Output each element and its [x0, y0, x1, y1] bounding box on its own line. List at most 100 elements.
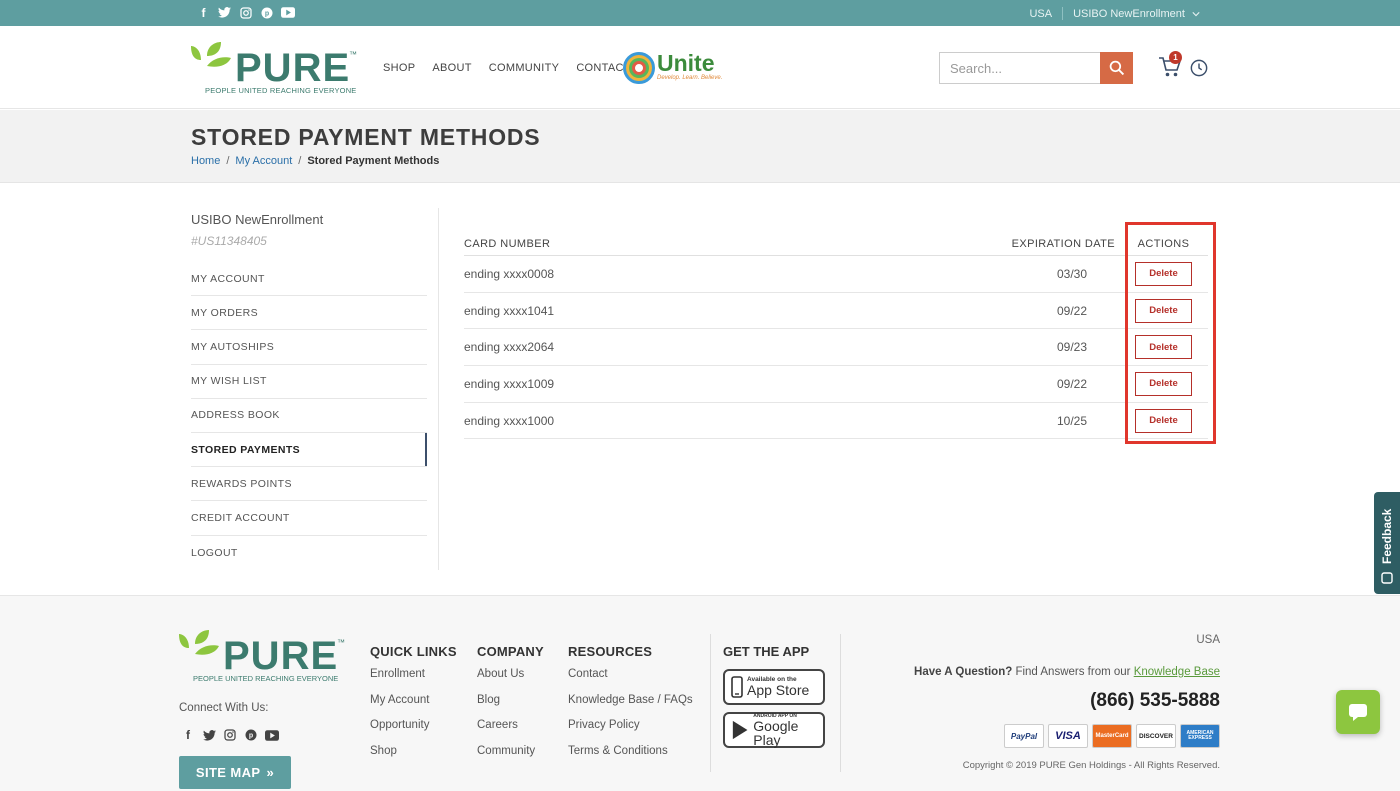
header-expiration-date: EXPIRATION DATE: [1011, 237, 1115, 250]
account-name: USIBO NewEnrollment: [191, 212, 324, 227]
country-selector[interactable]: USA: [1029, 8, 1052, 20]
footer-link-knowledge-base[interactable]: Knowledge Base / FAQs: [568, 694, 693, 720]
footer-link-careers[interactable]: Careers: [477, 719, 544, 745]
logo-wordmark: PURE: [223, 634, 339, 678]
footer-company: COMPANY About Us Blog Careers Community: [477, 644, 544, 770]
sidebar-item-rewards-points[interactable]: REWARDS POINTS: [191, 467, 427, 502]
pure-logo[interactable]: PURE ™ PEOPLE UNITED REACHING EVERYONE: [191, 40, 361, 98]
delete-button[interactable]: Delete: [1135, 408, 1192, 433]
paypal-logo: PayPal: [1004, 724, 1044, 748]
footer-link-community[interactable]: Community: [477, 745, 544, 771]
unite-logo[interactable]: Unite Develop. Learn. Believe.: [623, 50, 733, 86]
twitter-icon[interactable]: [202, 728, 216, 742]
sidebar-item-my-wish-list[interactable]: MY WISH LIST: [191, 365, 427, 399]
footer-quick-links: QUICK LINKS Enrollment My Account Opport…: [370, 644, 457, 770]
unite-swirl-icon: [623, 52, 655, 84]
delete-button[interactable]: Delete: [1135, 335, 1192, 360]
footer-divider: [840, 634, 841, 772]
expiration-date: 10/25: [1056, 413, 1087, 428]
knowledge-base-link[interactable]: Knowledge Base: [1134, 666, 1220, 678]
footer-link-blog[interactable]: Blog: [477, 694, 544, 720]
card-number: ending xxxx2064: [464, 340, 555, 355]
sidebar-item-stored-payments[interactable]: STORED PAYMENTS: [191, 432, 427, 468]
google-play-big: Google Play: [753, 717, 799, 748]
sidebar-item-my-orders[interactable]: MY ORDERS: [191, 296, 427, 331]
pinterest-icon[interactable]: p: [244, 728, 258, 742]
instagram-icon[interactable]: [223, 728, 237, 742]
delete-button[interactable]: Delete: [1135, 298, 1192, 323]
search-button[interactable]: [1100, 52, 1133, 84]
clock-icon[interactable]: [1190, 59, 1208, 77]
twitter-icon[interactable]: [217, 5, 232, 20]
content-divider: [438, 208, 439, 570]
footer-link-enrollment[interactable]: Enrollment: [370, 668, 457, 694]
footer-link-about-us[interactable]: About Us: [477, 668, 544, 694]
feedback-label: Feedback: [1380, 508, 1394, 564]
instagram-icon[interactable]: [238, 5, 253, 20]
table-row: ending xxxx2064 09/23 Delete: [464, 329, 1208, 367]
cart-button[interactable]: 1: [1158, 51, 1182, 80]
page-title: STORED PAYMENT METHODS: [191, 124, 541, 150]
user-menu-label: USIBO NewEnrollment: [1073, 7, 1185, 20]
phone-number[interactable]: (866) 535-5888: [1090, 690, 1220, 712]
delete-button[interactable]: Delete: [1135, 261, 1192, 286]
table-row: ending xxxx0008 03/30 Delete: [464, 256, 1208, 293]
sidebar-item-my-account[interactable]: MY ACCOUNT: [191, 262, 427, 297]
breadcrumb: Home / My Account / Stored Payment Metho…: [191, 155, 439, 167]
nav-community[interactable]: COMMUNITY: [489, 62, 560, 74]
google-play-badge[interactable]: ANDROID APP ON Google Play: [723, 712, 825, 748]
feedback-icon: [1381, 572, 1393, 584]
sidebar-item-credit-account[interactable]: CREDIT ACCOUNT: [191, 501, 427, 536]
footer-country[interactable]: USA: [1196, 634, 1220, 646]
copyright: Copyright © 2019 PURE Gen Holdings - All…: [962, 760, 1220, 771]
nav-shop[interactable]: SHOP: [383, 62, 415, 74]
logo-tagline: PEOPLE UNITED REACHING EVERYONE: [193, 674, 339, 683]
pinterest-icon[interactable]: p: [259, 5, 274, 20]
expiration-date: 09/23: [1056, 340, 1087, 355]
user-menu[interactable]: USIBO NewEnrollment: [1073, 8, 1200, 20]
footer-link-opportunity[interactable]: Opportunity: [370, 719, 457, 745]
get-the-app: GET THE APP Available on the App Store A…: [723, 644, 825, 755]
youtube-icon[interactable]: [265, 728, 279, 742]
table-row: ending xxxx1000 10/25 Delete: [464, 403, 1208, 440]
footer-link-contact[interactable]: Contact: [568, 668, 693, 694]
feedback-tab[interactable]: Feedback: [1374, 492, 1400, 594]
connect-label: Connect With Us:: [179, 702, 269, 714]
breadcrumb-separator: /: [298, 155, 302, 167]
footer-link-shop[interactable]: Shop: [370, 745, 457, 771]
company-title: COMPANY: [477, 644, 544, 659]
help-question: Have A Question?: [914, 666, 1013, 678]
header-card-number: CARD NUMBER: [464, 237, 551, 250]
cart-count-badge: 1: [1169, 51, 1182, 64]
footer-link-privacy-policy[interactable]: Privacy Policy: [568, 719, 693, 745]
youtube-icon[interactable]: [280, 5, 295, 20]
footer-link-my-account[interactable]: My Account: [370, 694, 457, 720]
sidebar-item-my-autoships[interactable]: MY AUTOSHIPS: [191, 330, 427, 365]
sidebar-item-logout[interactable]: LOGOUT: [191, 536, 427, 570]
expiration-date: 09/22: [1056, 303, 1087, 318]
amex-logo: AMERICAN EXPRESS: [1180, 724, 1220, 748]
chat-button[interactable]: [1336, 690, 1380, 734]
page-title-band: STORED PAYMENT METHODS Home / My Account…: [0, 110, 1400, 183]
facebook-icon[interactable]: f: [181, 728, 195, 742]
app-store-badge[interactable]: Available on the App Store: [723, 669, 825, 705]
table-row: ending xxxx1009 09/22 Delete: [464, 366, 1208, 403]
site-map-button[interactable]: SITE MAP »: [179, 756, 291, 789]
breadcrumb-my-account[interactable]: My Account: [235, 155, 292, 167]
unite-slogan: Develop. Learn. Believe.: [657, 75, 723, 81]
footer-pure-logo[interactable]: PURE ™ PEOPLE UNITED REACHING EVERYONE: [179, 628, 349, 686]
footer-link-terms[interactable]: Terms & Conditions: [568, 745, 693, 771]
breadcrumb-home[interactable]: Home: [191, 155, 220, 167]
sidebar-item-address-book[interactable]: ADDRESS BOOK: [191, 399, 427, 433]
quick-links-title: QUICK LINKS: [370, 644, 457, 659]
chevron-down-icon: [1192, 11, 1200, 16]
discover-logo: DISCOVER: [1136, 724, 1176, 748]
unite-wordmark: Unite: [657, 50, 715, 76]
help-text: Have A Question? Find Answers from our K…: [914, 666, 1220, 678]
leaf-logo-icon: [179, 630, 219, 672]
facebook-icon[interactable]: f: [196, 5, 211, 20]
delete-button[interactable]: Delete: [1135, 371, 1192, 396]
nav-about[interactable]: ABOUT: [432, 62, 471, 74]
help-text-middle: Find Answers from our: [1012, 666, 1134, 678]
search-input[interactable]: [939, 52, 1100, 84]
